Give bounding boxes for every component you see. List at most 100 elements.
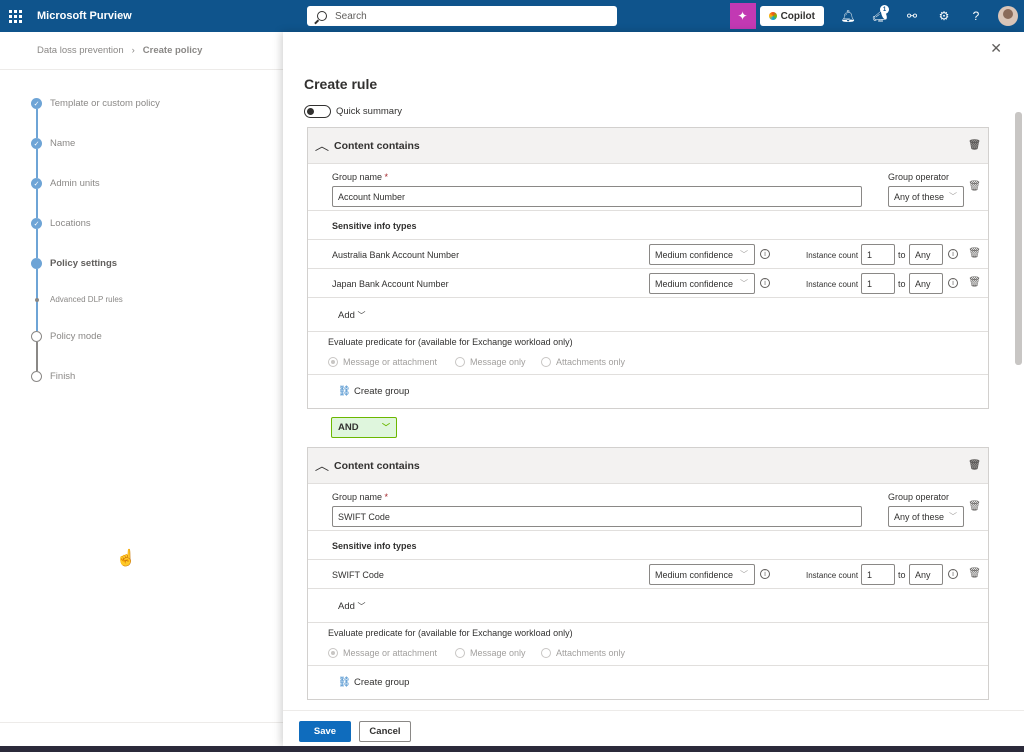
breadcrumb-current: Create policy <box>142 45 203 56</box>
sit-name: Japan Bank Account Number <box>332 279 449 289</box>
app-launcher-icon[interactable] <box>0 0 30 32</box>
confidence-dropdown[interactable]: Medium confidence ﹀ <box>649 273 755 294</box>
top-bar: Microsoft Purview Search ✦ Copilot 🔔︎ 📣︎… <box>0 0 1024 32</box>
chevron-up-icon[interactable]: ︿ <box>315 137 329 154</box>
instance-min-input[interactable]: 1 <box>861 244 895 265</box>
notification-badge: 1 <box>880 5 889 14</box>
radio-attachments-only[interactable]: Attachments only <box>541 357 625 367</box>
notifications-icon[interactable]: 📣︎ 1 <box>864 0 896 32</box>
check-icon: ✓ <box>31 178 42 189</box>
delete-icon[interactable]: 🗑︎ <box>968 501 981 512</box>
radio-message-only[interactable]: Message only <box>455 357 526 367</box>
quick-summary-toggle[interactable] <box>304 105 331 118</box>
delete-icon[interactable]: 🗑︎ <box>968 460 981 471</box>
add-button[interactable]: Add ﹀ <box>338 601 366 612</box>
sit-name: SWIFT Code <box>332 570 384 580</box>
step-policy-mode[interactable]: Policy mode <box>31 331 102 342</box>
panel-footer: Save Cancel <box>283 710 1024 746</box>
condition-group: ︿ Content contains 🗑︎ Group name * SWIFT… <box>307 447 989 700</box>
and-operator-dropdown[interactable]: AND ﹀ <box>331 417 397 438</box>
radio-message-or-attachment[interactable]: Message or attachment <box>328 357 437 367</box>
bell-icon[interactable]: 🔔︎ <box>832 0 864 32</box>
current-step-icon <box>31 258 42 269</box>
group-header[interactable]: ︿ Content contains 🗑︎ <box>308 448 988 484</box>
breadcrumb-parent[interactable]: Data loss prevention <box>37 45 124 56</box>
scrollbar[interactable] <box>1015 112 1022 365</box>
confidence-dropdown[interactable]: Medium confidence ﹀ <box>649 244 755 265</box>
instance-min-input[interactable]: 1 <box>861 564 895 585</box>
confidence-dropdown[interactable]: Medium confidence ﹀ <box>649 564 755 585</box>
step-policy-settings[interactable]: Policy settings <box>31 258 117 269</box>
divider <box>0 69 283 70</box>
create-group-row: ⛓ Create group <box>308 375 988 408</box>
radio-message-only[interactable]: Message only <box>455 648 526 658</box>
step-advanced-dlp-rules[interactable]: Advanced DLP rules <box>31 295 123 304</box>
delete-icon[interactable]: 🗑︎ <box>968 277 981 288</box>
step-finish[interactable]: Finish <box>31 371 75 382</box>
panel-title: Create rule <box>304 76 378 92</box>
search-box[interactable]: Search <box>307 6 617 26</box>
info-icon[interactable]: i <box>948 569 958 579</box>
create-group-button[interactable]: Create group <box>354 386 409 397</box>
quick-summary-row: Quick summary <box>304 105 402 118</box>
create-group-button[interactable]: Create group <box>354 677 409 688</box>
delete-icon[interactable]: 🗑︎ <box>968 140 981 151</box>
group-name-input[interactable]: Account Number <box>332 186 862 207</box>
step-name[interactable]: ✓ Name <box>31 138 75 149</box>
to-label: to <box>898 250 906 260</box>
quick-summary-label: Quick summary <box>336 106 402 117</box>
chevron-up-icon[interactable]: ︿ <box>315 457 329 474</box>
help-icon[interactable]: ? <box>960 0 992 32</box>
group-header-label: Content contains <box>334 139 420 152</box>
group-header-label: Content contains <box>334 459 420 472</box>
delete-icon[interactable]: 🗑︎ <box>968 181 981 192</box>
delete-icon[interactable]: 🗑︎ <box>968 248 981 259</box>
copilot-button[interactable]: Copilot <box>759 6 824 26</box>
step-connector <box>36 342 38 371</box>
close-icon[interactable]: ✕ <box>990 40 1002 57</box>
copilot-icon[interactable]: ✦ <box>729 3 756 29</box>
instance-max-input[interactable]: Any <box>909 244 943 265</box>
group-operator-dropdown[interactable]: Any of these ﹀ <box>888 506 964 527</box>
sit-name: Australia Bank Account Number <box>332 250 460 260</box>
chevron-down-icon: ﹀ <box>382 423 390 432</box>
instance-min-input[interactable]: 1 <box>861 273 895 294</box>
instance-max-input[interactable]: Any <box>909 564 943 585</box>
sit-header: Sensitive info types <box>308 531 988 560</box>
avatar[interactable] <box>998 6 1018 26</box>
group-operator-label: Group operator <box>888 492 950 502</box>
step-connector <box>36 229 38 258</box>
save-button[interactable]: Save <box>299 721 351 742</box>
pending-step-icon <box>31 371 42 382</box>
group-operator-dropdown[interactable]: Any of these ﹀ <box>888 186 964 207</box>
step-template[interactable]: ✓ Template or custom policy <box>31 98 160 109</box>
instance-max-input[interactable]: Any <box>909 273 943 294</box>
gear-icon[interactable]: ⚙ <box>928 0 960 32</box>
group-name-input[interactable]: SWIFT Code <box>332 506 862 527</box>
copilot-logo-icon <box>768 12 777 20</box>
step-admin-units[interactable]: ✓ Admin units <box>31 178 100 189</box>
predicate-label: Evaluate predicate for (available for Ex… <box>328 628 573 638</box>
cancel-button[interactable]: Cancel <box>359 721 411 742</box>
group-name-row: Group name * Account Number Group operat… <box>308 164 988 211</box>
chevron-down-icon: ﹀ <box>357 311 366 320</box>
info-icon[interactable]: i <box>948 278 958 288</box>
group-header[interactable]: ︿ Content contains 🗑︎ <box>308 128 988 164</box>
radio-message-or-attachment[interactable]: Message or attachment <box>328 648 437 658</box>
chevron-down-icon: ﹀ <box>949 512 957 521</box>
check-icon: ✓ <box>31 218 42 229</box>
info-icon[interactable]: i <box>760 278 770 288</box>
group-icon: ⛓ <box>338 677 351 688</box>
radio-attachments-only[interactable]: Attachments only <box>541 648 625 658</box>
app-name[interactable]: Microsoft Purview <box>37 10 132 22</box>
copilot-label: Copilot <box>780 10 815 22</box>
add-button[interactable]: Add ﹀ <box>338 310 366 321</box>
delete-icon[interactable]: 🗑︎ <box>968 568 981 579</box>
connections-icon[interactable]: ⚯ <box>896 0 928 32</box>
step-locations[interactable]: ✓ Locations <box>31 218 91 229</box>
instance-count-label: Instance count <box>806 251 859 260</box>
info-icon[interactable]: i <box>760 569 770 579</box>
predicate-label: Evaluate predicate for (available for Ex… <box>328 337 573 347</box>
info-icon[interactable]: i <box>948 249 958 259</box>
info-icon[interactable]: i <box>760 249 770 259</box>
